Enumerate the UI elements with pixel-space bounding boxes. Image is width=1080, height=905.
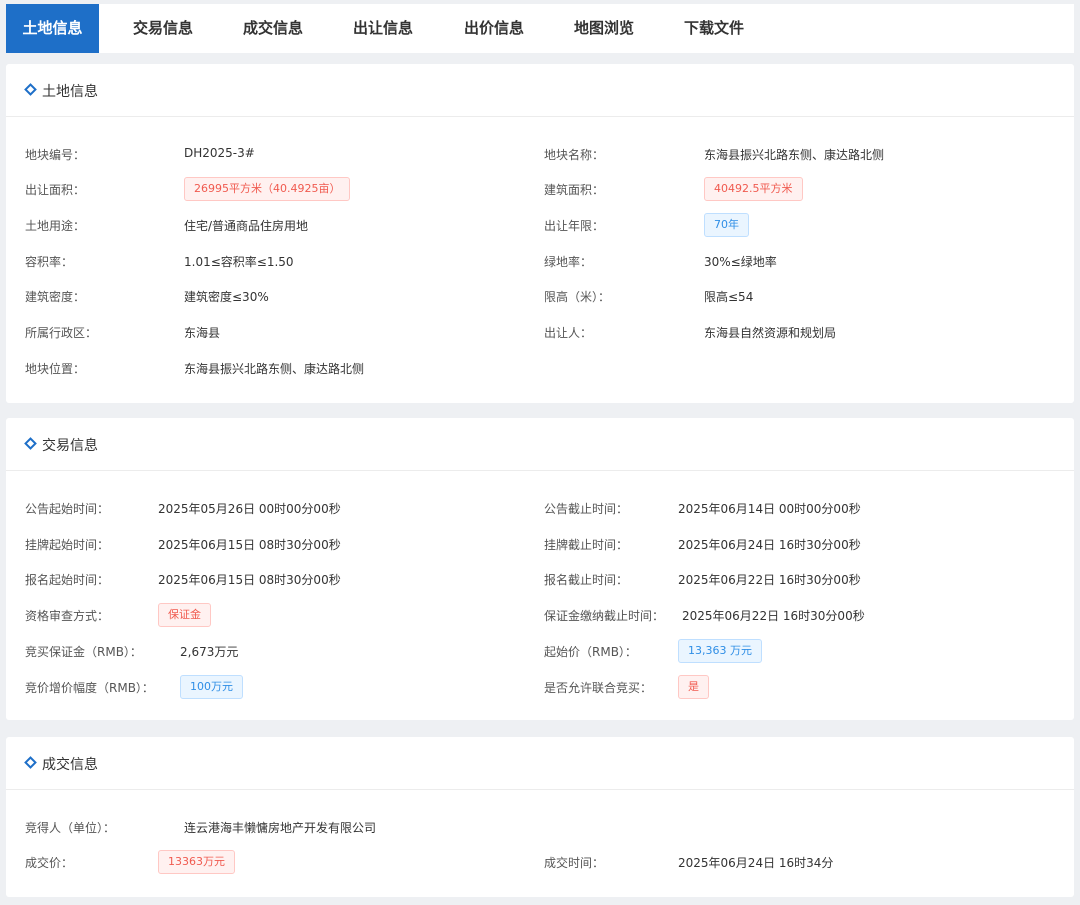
listing-end-value: 2025年06月24日 16时30分00秒 (678, 538, 861, 552)
deal-price-label: 成交价： (25, 856, 74, 870)
listing-start-value: 2025年06月15日 08时30分00秒 (158, 538, 341, 552)
listing-start-label: 挂牌起始时间： (25, 538, 110, 552)
joint-label: 是否允许联合竞买： (544, 681, 653, 695)
start-price-tag: 13,363 万元 (678, 639, 762, 663)
deposit-deadline-label: 保证金缴纳截止时间： (544, 609, 665, 623)
notice-end-value: 2025年06月14日 00时00分00秒 (678, 502, 861, 516)
plot-name-value: 东海县振兴北路东侧、康达路北侧 (704, 148, 885, 162)
deal-time-value: 2025年06月24日 16时34分 (678, 856, 834, 870)
notice-end-label: 公告截止时间： (544, 502, 629, 516)
diamond-icon (24, 83, 37, 96)
location-value: 东海县振兴北路东侧、康达路北侧 (184, 362, 365, 376)
winner-label: 竞得人（单位）： (25, 821, 116, 835)
deal-info-header: 成交信息 (6, 737, 1074, 790)
tab-bid-info[interactable]: 出价信息 (449, 4, 539, 53)
area-tag: 26995平方米（40.4925亩） (184, 177, 351, 201)
trade-info-header: 交易信息 (6, 418, 1074, 471)
deal-info-card: 成交信息 竞得人（单位）： 连云港海丰懒慵房地产开发有限公司 成交价： 1336… (6, 737, 1074, 897)
reg-end-value: 2025年06月22日 16时30分00秒 (678, 573, 861, 587)
seller-value: 东海县自然资源和规划局 (704, 326, 837, 340)
far-label: 容积率： (25, 255, 74, 269)
tab-transfer-info[interactable]: 出让信息 (338, 4, 428, 53)
tab-download-files[interactable]: 下载文件 (669, 4, 759, 53)
increment-tag: 100万元 (180, 675, 243, 699)
area-label: 出让面积： (25, 183, 86, 197)
density-label: 建筑密度： (25, 290, 86, 304)
use-label: 土地用途： (25, 219, 86, 233)
reg-start-label: 报名起始时间： (25, 573, 110, 587)
deal-price-tag: 13363万元 (158, 850, 235, 874)
section-title: 成交信息 (42, 757, 98, 773)
green-label: 绿地率： (544, 255, 593, 269)
deposit-label: 竞买保证金（RMB）： (25, 645, 142, 659)
tab-map-view[interactable]: 地图浏览 (559, 4, 649, 53)
review-label: 资格审查方式： (25, 609, 110, 623)
term-label: 出让年限： (544, 219, 605, 233)
far-value: 1.01≤容积率≤1.50 (184, 255, 294, 269)
section-title: 交易信息 (42, 438, 98, 454)
diamond-icon (24, 437, 37, 450)
tab-bar: 土地信息 交易信息 成交信息 出让信息 出价信息 地图浏览 下载文件 (6, 4, 1074, 53)
plot-no-value: DH2025-3# (184, 146, 255, 160)
use-value: 住宅/普通商品住房用地 (184, 219, 309, 233)
tab-trade-info[interactable]: 交易信息 (118, 4, 208, 53)
review-tag: 保证金 (158, 603, 211, 627)
deal-time-label: 成交时间： (544, 856, 605, 870)
height-label: 限高（米）： (544, 290, 611, 304)
plot-name-label: 地块名称： (544, 148, 605, 162)
term-tag: 70年 (704, 213, 749, 237)
deposit-deadline-value: 2025年06月22日 16时30分00秒 (682, 609, 865, 623)
joint-tag: 是 (678, 675, 709, 699)
build-area-label: 建筑面积： (544, 183, 605, 197)
trade-info-card: 交易信息 公告起始时间： 2025年05月26日 00时00分00秒 公告截止时… (6, 418, 1074, 720)
land-info-card: 土地信息 地块编号： DH2025-3# 地块名称： 东海县振兴北路东侧、康达路… (6, 64, 1074, 403)
tab-land-info[interactable]: 土地信息 (6, 4, 99, 53)
height-value: 限高≤54 (704, 290, 754, 304)
section-title: 土地信息 (42, 84, 98, 100)
increment-label: 竞价增价幅度（RMB）： (25, 681, 154, 695)
notice-start-label: 公告起始时间： (25, 502, 110, 516)
green-value: 30%≤绿地率 (704, 255, 777, 269)
reg-end-label: 报名截止时间： (544, 573, 629, 587)
district-label: 所属行政区： (25, 326, 98, 340)
density-value: 建筑密度≤30% (184, 290, 269, 304)
winner-value: 连云港海丰懒慵房地产开发有限公司 (184, 821, 377, 835)
notice-start-value: 2025年05月26日 00时00分00秒 (158, 502, 341, 516)
deposit-value: 2,673万元 (180, 645, 239, 659)
seller-label: 出让人： (544, 326, 593, 340)
start-price-label: 起始价（RMB）： (544, 645, 637, 659)
diamond-icon (24, 756, 37, 769)
location-label: 地块位置： (25, 362, 86, 376)
district-value: 东海县 (184, 326, 221, 340)
plot-no-label: 地块编号： (25, 148, 86, 162)
land-info-header: 土地信息 (6, 64, 1074, 117)
listing-end-label: 挂牌截止时间： (544, 538, 629, 552)
build-area-tag: 40492.5平方米 (704, 177, 803, 201)
tab-deal-info[interactable]: 成交信息 (228, 4, 318, 53)
reg-start-value: 2025年06月15日 08时30分00秒 (158, 573, 341, 587)
